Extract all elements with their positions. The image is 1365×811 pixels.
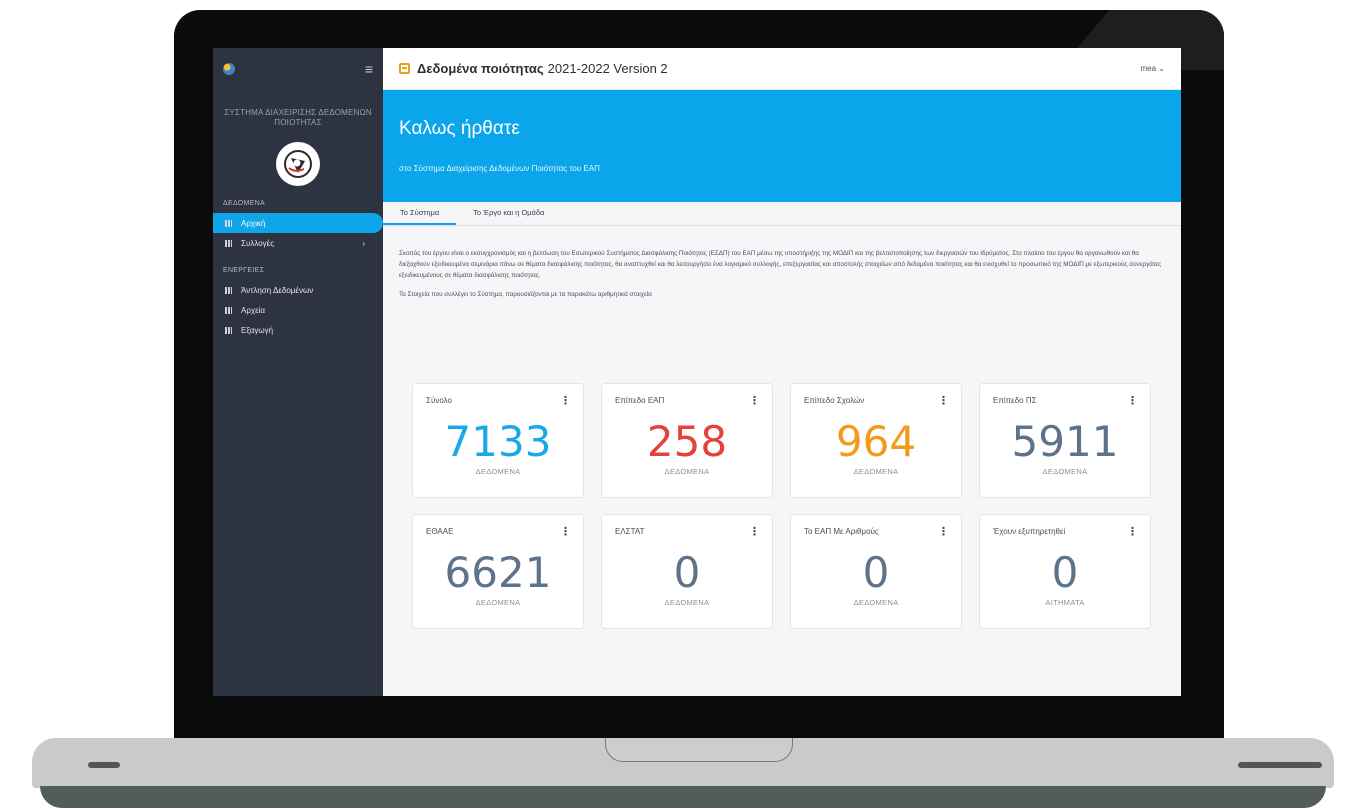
stat-card-elstat[interactable]: ΕΛΣΤΑΤ ⋮ 0 ΔΕΔΟΜΕΝΑ [601,514,773,629]
card-value: 7133 [444,417,552,466]
sidebar-item-export[interactable]: Εξαγωγή [213,320,383,340]
app-screen: ≡ ΣΥΣΤΗΜΑ ΔΙΑΧΕΙΡΙΣΗΣ ΔΕΔΟΜΕΝΩΝ ΠΟΙΟΤΗΤΑ… [213,48,1181,696]
laptop-foot-right [1238,762,1322,768]
hamburger-icon[interactable]: ≡ [365,61,373,77]
stat-card-eap-level[interactable]: Επίπεδο ΕΑΠ ⋮ 258 ΔΕΔΟΜΕΝΑ [601,383,773,498]
card-value: 5911 [1011,417,1119,466]
card-unit: ΔΕΔΟΜΕΝΑ [853,467,899,476]
grid-icon [225,239,232,247]
sidebar-header: ≡ [213,48,383,90]
kebab-icon[interactable]: ⋮ [1127,394,1138,407]
kebab-icon[interactable]: ⋮ [749,525,760,538]
stat-card-total[interactable]: Σύνολο ⋮ 7133 ΔΕΔΟΜΕΝΑ [412,383,584,498]
grid-icon [225,219,232,227]
stat-card-served-requests[interactable]: Έχουν εξυπηρετηθεί ⋮ 0 ΑΙΤΗΜΑΤΑ [979,514,1151,629]
database-icon [399,63,410,74]
welcome-heading: Καλως ήρθατε [399,118,520,139]
card-value: 6621 [444,548,552,597]
kebab-icon[interactable]: ⋮ [749,394,760,407]
chevron-right-icon: › [362,238,365,248]
sidebar-item-label: Αρχεία [241,305,266,315]
card-label: ΕΘΑΑΕ [426,527,454,536]
sidebar-section-actions: ΕΝΕΡΓΕΙΕΣ [223,267,265,274]
laptop-notch [605,738,793,762]
kebab-icon[interactable]: ⋮ [938,394,949,407]
org-logo-icon [284,150,312,178]
card-value: 0 [862,548,890,597]
card-label: Σύνολο [426,396,452,405]
tab-project-team[interactable]: Το Έργο και η Ομάδα [456,202,561,225]
stat-card-ethaae[interactable]: ΕΘΑΑΕ ⋮ 6621 ΔΕΔΟΜΕΝΑ [412,514,584,629]
intro-paragraph: Σκοπός του έργου είναι ο εκσυγχρονισμός … [399,250,1162,279]
brand-logo-icon[interactable] [223,63,235,75]
welcome-subtitle: στο Σύστημα Διαχείρισης Δεδομένων Ποιότη… [399,164,600,173]
sidebar: ≡ ΣΥΣΤΗΜΑ ΔΙΑΧΕΙΡΙΣΗΣ ΔΕΔΟΜΕΝΩΝ ΠΟΙΟΤΗΤΑ… [213,48,383,696]
grid-icon [225,286,232,294]
card-unit: ΔΕΔΟΜΕΝΑ [664,598,710,607]
card-unit: ΔΕΔΟΜΕΝΑ [475,598,521,607]
card-label: Το ΕΑΠ Με Αριθμούς [804,527,879,536]
card-label: Επίπεδο Σχολών [804,396,865,405]
card-unit: ΔΕΔΟΜΕΝΑ [1042,467,1088,476]
stat-card-ps-level[interactable]: Επίπεδο ΠΣ ⋮ 5911 ΔΕΔΟΜΕΝΑ [979,383,1151,498]
kebab-icon[interactable]: ⋮ [938,525,949,538]
card-value: 0 [673,548,701,597]
sidebar-item-label: Εξαγωγή [241,325,274,335]
org-logo [276,142,320,186]
sidebar-item-fetch-data[interactable]: Άντληση Δεδομένων [213,280,383,300]
page-title: Δεδομένα ποιότητας [417,61,544,76]
sidebar-item-label: Συλλογές [241,238,275,248]
card-value: 258 [646,417,728,466]
kebab-icon[interactable]: ⋮ [560,394,571,407]
card-label: Επίπεδο ΠΣ [993,396,1037,405]
intro-text: Σκοπός του έργου είναι ο εκσυγχρονισμός … [383,226,1181,300]
sidebar-item-home[interactable]: Αρχική [213,213,383,233]
card-label: Επίπεδο ΕΑΠ [615,396,665,405]
card-value: 964 [835,417,917,466]
stat-card-schools-level[interactable]: Επίπεδο Σχολών ⋮ 964 ΔΕΔΟΜΕΝΑ [790,383,962,498]
tab-bar: Το Σύστημα Το Έργο και η Ομάδα [383,202,1181,226]
laptop-foot-left [88,762,120,768]
sidebar-item-label: Αρχική [241,218,266,228]
laptop-base-shadow [40,786,1326,808]
tab-system[interactable]: Το Σύστημα [383,202,457,225]
card-unit: ΔΕΔΟΜΕΝΑ [475,467,521,476]
card-label: ΕΛΣΤΑΤ [615,527,645,536]
sidebar-item-collections[interactable]: Συλλογές › [213,233,383,253]
sidebar-item-files[interactable]: Αρχεία [213,300,383,320]
card-unit: ΔΕΔΟΜΕΝΑ [853,598,899,607]
main-content: Δεδομένα ποιότητας 2021-2022 Version 2 m… [383,48,1181,696]
card-unit: ΑΙΤΗΜΑΤΑ [1045,598,1085,607]
kebab-icon[interactable]: ⋮ [1127,525,1138,538]
kebab-icon[interactable]: ⋮ [560,525,571,538]
grid-icon [225,306,232,314]
card-value: 0 [1051,548,1079,597]
system-title: ΣΥΣΤΗΜΑ ΔΙΑΧΕΙΡΙΣΗΣ ΔΕΔΟΜΕΝΩΝ ΠΟΙΟΤΗΤΑΣ [224,108,372,127]
welcome-banner: Καλως ήρθατε στο Σύστημα Διαχείρισης Δεδ… [383,90,1181,202]
user-menu[interactable]: mea ⌄ [1141,64,1166,73]
stat-card-eap-numbers[interactable]: Το ΕΑΠ Με Αριθμούς ⋮ 0 ΔΕΔΟΜΕΝΑ [790,514,962,629]
card-unit: ΔΕΔΟΜΕΝΑ [664,467,710,476]
topbar: Δεδομένα ποιότητας 2021-2022 Version 2 m… [383,48,1181,90]
intro-paragraph-2: Τα Στοιχεία που συλλέγει το Σύστημα, παρ… [399,291,652,298]
card-label: Έχουν εξυπηρετηθεί [993,527,1066,536]
sidebar-section-data: ΔΕΔΟΜΕΝΑ [223,200,265,207]
sidebar-item-label: Άντληση Δεδομένων [241,285,314,295]
grid-icon [225,326,232,334]
page-version: 2021-2022 Version 2 [547,61,668,76]
